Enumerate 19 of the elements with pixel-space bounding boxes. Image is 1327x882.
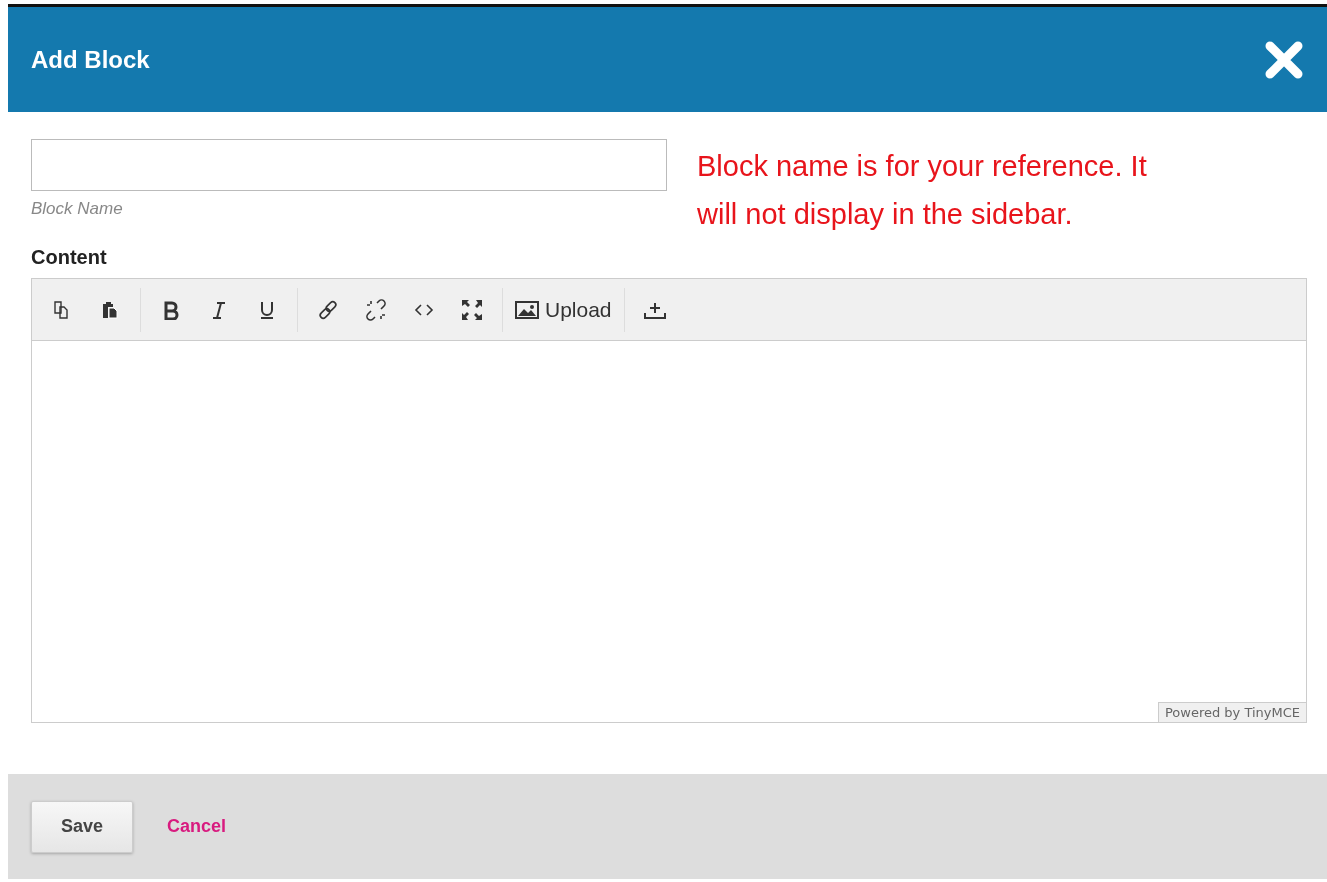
- fullscreen-icon: [461, 298, 483, 321]
- upload-button[interactable]: Upload: [509, 289, 618, 330]
- annotation-note: Block name is for your reference. It will not display in the sidebar.: [697, 149, 1148, 232]
- image-icon: [515, 299, 539, 320]
- underline-icon: [259, 299, 275, 320]
- content-label: Content: [31, 246, 108, 269]
- powered-by-label: Powered by TinyMCE: [1157, 702, 1306, 722]
- close-icon: [1265, 40, 1303, 79]
- field-helper-text: Block Name: [31, 199, 124, 219]
- block-name-field[interactable]: [31, 139, 667, 191]
- bold-icon: [163, 299, 179, 320]
- link-icon: [317, 298, 339, 321]
- paste-icon: [100, 299, 120, 320]
- save-button[interactable]: Save: [31, 800, 133, 853]
- cancel-link[interactable]: Cancel: [167, 816, 227, 837]
- unlink-icon: [365, 298, 387, 321]
- italic-icon: [211, 299, 227, 320]
- dialog-title: Add Block: [31, 45, 150, 74]
- close-button[interactable]: [1265, 40, 1303, 79]
